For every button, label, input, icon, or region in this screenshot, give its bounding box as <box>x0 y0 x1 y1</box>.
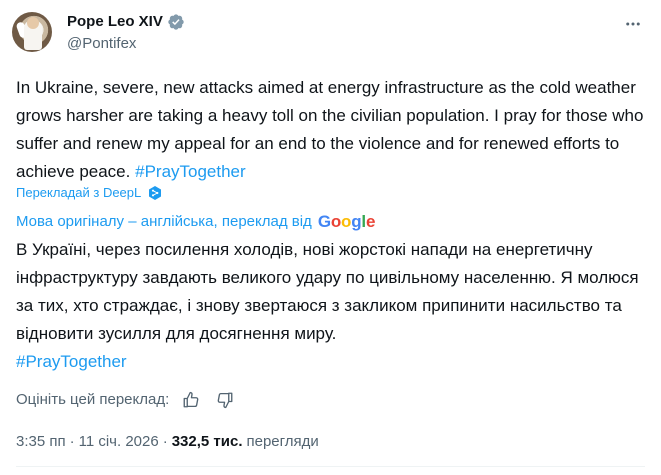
author-name-row: Pope Leo XIV <box>67 12 185 32</box>
tweet-hashtag-link[interactable]: #PrayTogether <box>135 162 246 181</box>
original-language-label: Мова оригіналу – англійська, переклад ві… <box>16 213 312 230</box>
meta-separator: · <box>69 433 75 450</box>
verified-badge-icon[interactable] <box>167 13 185 31</box>
google-logo-letter: g <box>351 212 362 231</box>
thumbs-down-icon <box>217 392 233 409</box>
more-horizontal-icon <box>626 22 640 26</box>
google-logo-letter: o <box>330 212 342 231</box>
google-logo: Google <box>317 212 376 232</box>
deepl-label: Перекладай з DeepL <box>16 185 142 200</box>
thumbs-up-icon <box>183 391 199 408</box>
rate-translation-label: Оцініть цей переклад: <box>16 391 170 408</box>
thumbs-up-button[interactable] <box>181 390 201 410</box>
google-logo-letter: G <box>317 212 331 231</box>
avatar[interactable] <box>12 12 52 52</box>
thumbs-down-button[interactable] <box>215 390 235 410</box>
original-language-note: Мова оригіналу – англійська, переклад ві… <box>16 212 375 232</box>
translated-text: В Україні, через посилення холодів, нові… <box>16 236 656 376</box>
google-logo-letter: o <box>341 212 352 231</box>
tweet-meta: 3:35 пп · 11 січ. 2026 · 332,5 тис. пере… <box>16 432 319 452</box>
more-options-button[interactable] <box>621 12 645 36</box>
google-logo-letter: e <box>365 212 376 231</box>
author-display-name[interactable]: Pope Leo XIV <box>67 12 163 32</box>
deepl-icon <box>147 185 163 201</box>
translated-hashtag-link[interactable]: #PrayTogether <box>16 352 127 371</box>
views-count: 332,5 тис. <box>171 433 243 450</box>
tweet-date-link[interactable]: 11 січ. 2026 <box>79 432 159 452</box>
author-handle[interactable]: @Pontifex <box>67 34 136 54</box>
views-label: перегляди <box>246 433 319 450</box>
tweet-time-link[interactable]: 3:35 пп <box>16 432 66 452</box>
avatar-head-shape <box>27 17 39 29</box>
deepl-translate-link[interactable]: Перекладай з DeepL <box>16 184 163 202</box>
tweet-body: In Ukraine, severe, new attacks aimed at… <box>16 78 644 181</box>
divider <box>16 466 645 467</box>
tweet-text: In Ukraine, severe, new attacks aimed at… <box>16 74 656 186</box>
translated-body: В Україні, через посилення холодів, нові… <box>16 240 639 343</box>
meta-separator: · <box>162 433 168 450</box>
rate-translation: Оцініть цей переклад: <box>16 390 235 410</box>
